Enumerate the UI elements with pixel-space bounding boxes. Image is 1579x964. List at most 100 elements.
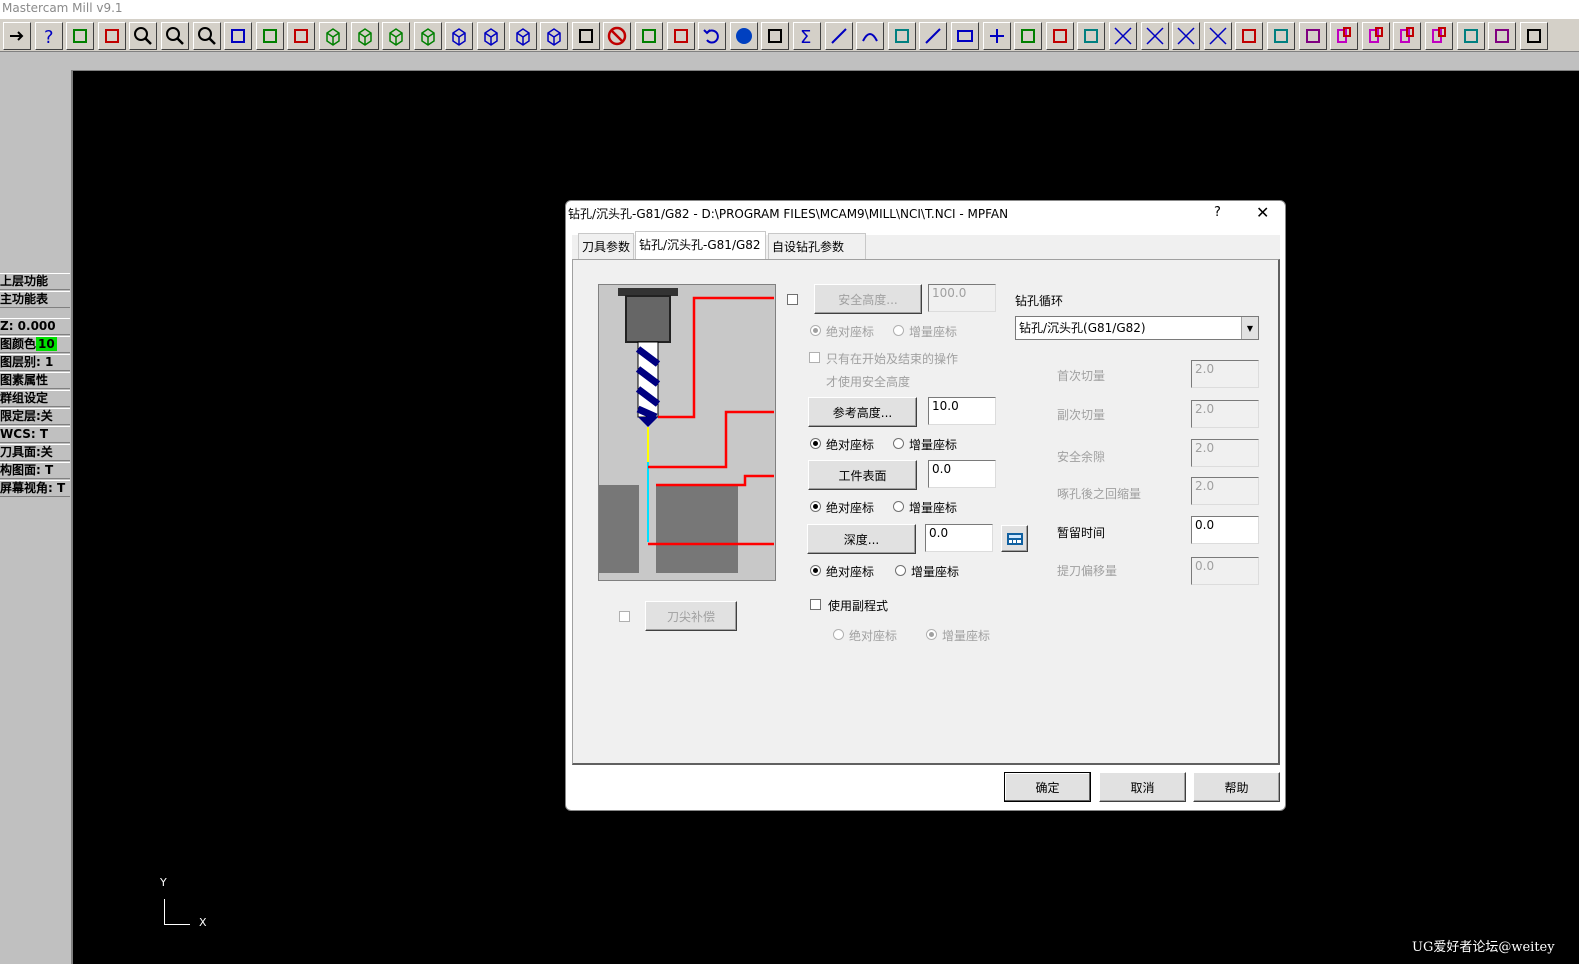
- safe-height-abs-radio[interactable]: [810, 325, 821, 336]
- toolbar-button-layers-2[interactable]: [666, 22, 695, 50]
- toolbar-button-sigma[interactable]: Σ: [793, 22, 821, 50]
- ref-height-input[interactable]: 10.0: [928, 397, 996, 425]
- toolbar-button-fillet[interactable]: [887, 22, 916, 50]
- toolbar-button-trim-3[interactable]: [1172, 22, 1201, 50]
- peck-clearance-input[interactable]: 2.0: [1191, 439, 1259, 467]
- subprogram-inc-radio[interactable]: [926, 629, 937, 640]
- ref-height-button[interactable]: 参考高度...: [808, 397, 917, 427]
- status-construction-plane[interactable]: 构图面: T: [0, 462, 70, 479]
- toolbar-button-zoom-window[interactable]: [129, 22, 158, 50]
- depth-abs-radio[interactable]: [810, 565, 821, 576]
- toolbar-button-document[interactable]: [66, 22, 95, 50]
- dialog-help-button[interactable]: ?: [1214, 205, 1221, 220]
- status-tool-plane[interactable]: 刀具面:关: [0, 444, 70, 461]
- tab-custom-drill-params[interactable]: 自设钻孔参数 01: [768, 233, 866, 280]
- safe-height-button[interactable]: 安全高度...: [814, 284, 922, 314]
- toolbar-button-rotate[interactable]: [287, 22, 316, 50]
- first-peck-input[interactable]: 2.0: [1191, 360, 1259, 388]
- toolbar-button-solid[interactable]: [1045, 22, 1074, 50]
- toolbar-button-no-entry[interactable]: [603, 22, 632, 50]
- toolbar-button-front-view[interactable]: [508, 22, 537, 50]
- tip-comp-checkbox[interactable]: [619, 611, 630, 622]
- work-surface-inc-radio[interactable]: [893, 501, 904, 512]
- subsequent-peck-input[interactable]: 2.0: [1191, 400, 1259, 428]
- ref-height-abs-radio[interactable]: [810, 438, 821, 449]
- tip-comp-button[interactable]: 刀尖补偿: [645, 601, 737, 631]
- toolbar-button-xyz-rotate[interactable]: [1519, 22, 1548, 50]
- toolbar-button-whats-this[interactable]: [97, 22, 126, 50]
- toolbar-button-pencil[interactable]: [571, 22, 600, 50]
- toolbar-button-trim-4[interactable]: [1203, 22, 1232, 50]
- use-subprogram-checkbox[interactable]: [810, 599, 821, 610]
- chevron-down-icon[interactable]: ▼: [1241, 317, 1258, 339]
- ref-height-inc-radio[interactable]: [893, 438, 904, 449]
- toolbar-button-cube-view-4[interactable]: [413, 22, 442, 50]
- toolbar-button-transform-1[interactable]: [1330, 22, 1359, 50]
- toolbar-button-group[interactable]: [761, 22, 790, 50]
- safe-height-checkbox[interactable]: [787, 294, 798, 305]
- toolbar-button-top-view[interactable]: [477, 22, 505, 50]
- toolbar-button-transform-2[interactable]: [1361, 22, 1390, 50]
- depth-input[interactable]: 0.0: [925, 524, 993, 552]
- safe-height-inc-radio[interactable]: [893, 325, 904, 336]
- depth-button[interactable]: 深度...: [807, 524, 916, 554]
- toolbar-button-mirror[interactable]: [1298, 22, 1327, 50]
- dwell-input[interactable]: 0.0: [1191, 516, 1259, 544]
- toolbar-button-break[interactable]: [1267, 22, 1295, 50]
- subprogram-abs-radio[interactable]: [833, 629, 844, 640]
- shift-input[interactable]: 0.0: [1191, 557, 1259, 585]
- toolbar-button-zoom[interactable]: [161, 22, 189, 50]
- ok-button[interactable]: 确定: [1004, 772, 1091, 802]
- retract-amount-input[interactable]: 2.0: [1191, 477, 1259, 505]
- toolbar-button-cube-view-3[interactable]: [382, 22, 411, 50]
- safe-height-input[interactable]: 100.0: [928, 284, 996, 312]
- toolbar-button-pan[interactable]: [224, 22, 253, 50]
- only-start-end-checkbox[interactable]: [809, 352, 820, 363]
- depth-inc-radio[interactable]: [895, 565, 906, 576]
- status-screen-view[interactable]: 屏幕视角: T: [0, 480, 70, 497]
- toolbar-button-arc[interactable]: [856, 22, 885, 50]
- drill-cycle-select[interactable]: 钻孔/沉头孔(G81/G82) ▼: [1015, 316, 1259, 340]
- toolbar-button-grid[interactable]: [1488, 22, 1517, 50]
- tab-tool-parameters[interactable]: 刀具参数: [578, 233, 634, 259]
- toolbar-button-point[interactable]: [982, 22, 1011, 50]
- tab-drill-counterbore[interactable]: 钻孔/沉头孔-G81/G82: [635, 231, 766, 259]
- status-groups[interactable]: 群组设定: [0, 390, 70, 407]
- toolbar-button-select[interactable]: [255, 22, 284, 50]
- toolbar-button-trim-2[interactable]: [1140, 22, 1169, 50]
- status-z-depth[interactable]: Z: 0.000: [0, 318, 70, 335]
- status-attributes[interactable]: 图素属性: [0, 372, 70, 389]
- toolbar-button-undo[interactable]: [698, 22, 727, 50]
- dialog-close-button[interactable]: ✕: [1256, 203, 1269, 222]
- toolbar-button-sphere[interactable]: [729, 22, 758, 50]
- menu-item-previous-menu[interactable]: 上层功能: [0, 273, 70, 290]
- toolbar-button-line[interactable]: [824, 22, 853, 50]
- toolbar-button-cube-view-2[interactable]: [350, 22, 379, 50]
- toolbar-button-transform-4[interactable]: [1425, 22, 1453, 50]
- status-wcs[interactable]: WCS: T: [0, 426, 70, 443]
- toolbar-button-dimension[interactable]: [1456, 22, 1485, 50]
- toolbar-button-extend[interactable]: [1235, 22, 1264, 50]
- work-surface-button[interactable]: 工件表面: [808, 460, 917, 490]
- help-button[interactable]: 帮助: [1193, 772, 1280, 802]
- toolbar-button-drill[interactable]: [1077, 22, 1106, 50]
- work-surface-abs-radio[interactable]: [810, 501, 821, 512]
- toolbar-button-side-view[interactable]: [540, 22, 569, 50]
- toolbar-button-help[interactable]: ?: [34, 22, 63, 50]
- menu-item-main-menu[interactable]: 主功能表: [0, 291, 70, 308]
- depth-calculator-button[interactable]: [1001, 525, 1028, 552]
- status-mask[interactable]: 限定层:关: [0, 408, 70, 425]
- toolbar-button-surface[interactable]: [1014, 22, 1043, 50]
- toolbar-button-cube-view-1[interactable]: [319, 22, 347, 50]
- toolbar-button-transform-3[interactable]: [1393, 22, 1422, 50]
- toolbar-button-rectangle[interactable]: [951, 22, 979, 50]
- toolbar-button-layers[interactable]: [635, 22, 663, 50]
- toolbar-button-unzoom[interactable]: [192, 22, 221, 50]
- status-color[interactable]: 图颜色 10: [0, 336, 70, 353]
- cancel-button[interactable]: 取消: [1099, 772, 1186, 802]
- toolbar-button-spline[interactable]: [919, 22, 948, 50]
- toolbar-button-arrow-right[interactable]: [3, 22, 31, 50]
- status-level[interactable]: 图层别: 1: [0, 354, 70, 371]
- work-surface-input[interactable]: 0.0: [928, 460, 996, 488]
- toolbar-button-trim-1[interactable]: [1109, 22, 1137, 50]
